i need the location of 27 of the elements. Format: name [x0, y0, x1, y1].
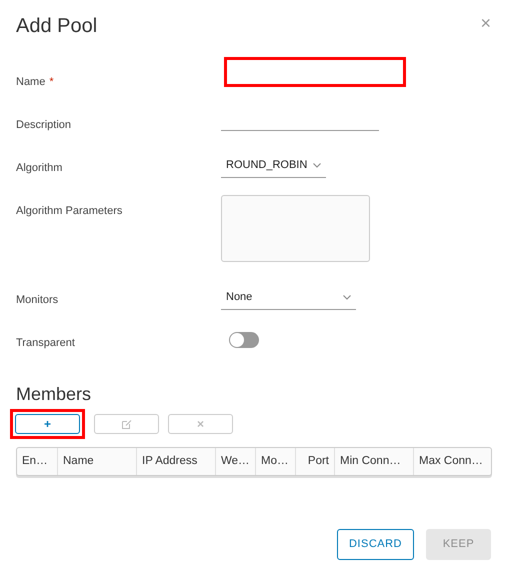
- required-asterisk: *: [49, 76, 54, 88]
- section-heading: Members: [16, 384, 92, 406]
- text-area[interactable]: [221, 195, 370, 262]
- field-label: Algorithm Parameters: [16, 205, 122, 217]
- chevron-down-icon: [343, 294, 351, 300]
- column-header[interactable]: IP Address: [136, 448, 215, 475]
- chevron-down-icon: [313, 162, 322, 168]
- field-label: Transparent: [16, 337, 75, 349]
- field-label: Name: [16, 76, 46, 88]
- edit-icon: [122, 418, 132, 429]
- column-header[interactable]: Name: [57, 448, 136, 475]
- dialog-button[interactable]: DISCARD: [336, 528, 414, 560]
- toggle-switch[interactable]: [229, 332, 259, 348]
- column-header[interactable]: Min Conn…: [334, 448, 413, 475]
- field-label: Monitors: [16, 294, 58, 306]
- add-button[interactable]: +: [15, 414, 80, 434]
- column-header[interactable]: Mo…: [255, 448, 295, 475]
- dialog-title: Add Pool: [16, 14, 98, 38]
- field-label: Algorithm: [16, 162, 62, 174]
- text-input[interactable]: [224, 57, 406, 87]
- column-header[interactable]: Max Conn…: [413, 448, 492, 475]
- column-header[interactable]: We…: [215, 448, 255, 475]
- field-label: Description: [16, 119, 72, 131]
- column-header[interactable]: Port: [295, 448, 334, 475]
- select-dropdown[interactable]: None: [221, 287, 356, 310]
- select-dropdown[interactable]: ROUND_ROBIN: [221, 155, 326, 178]
- column-header[interactable]: En…: [17, 448, 57, 475]
